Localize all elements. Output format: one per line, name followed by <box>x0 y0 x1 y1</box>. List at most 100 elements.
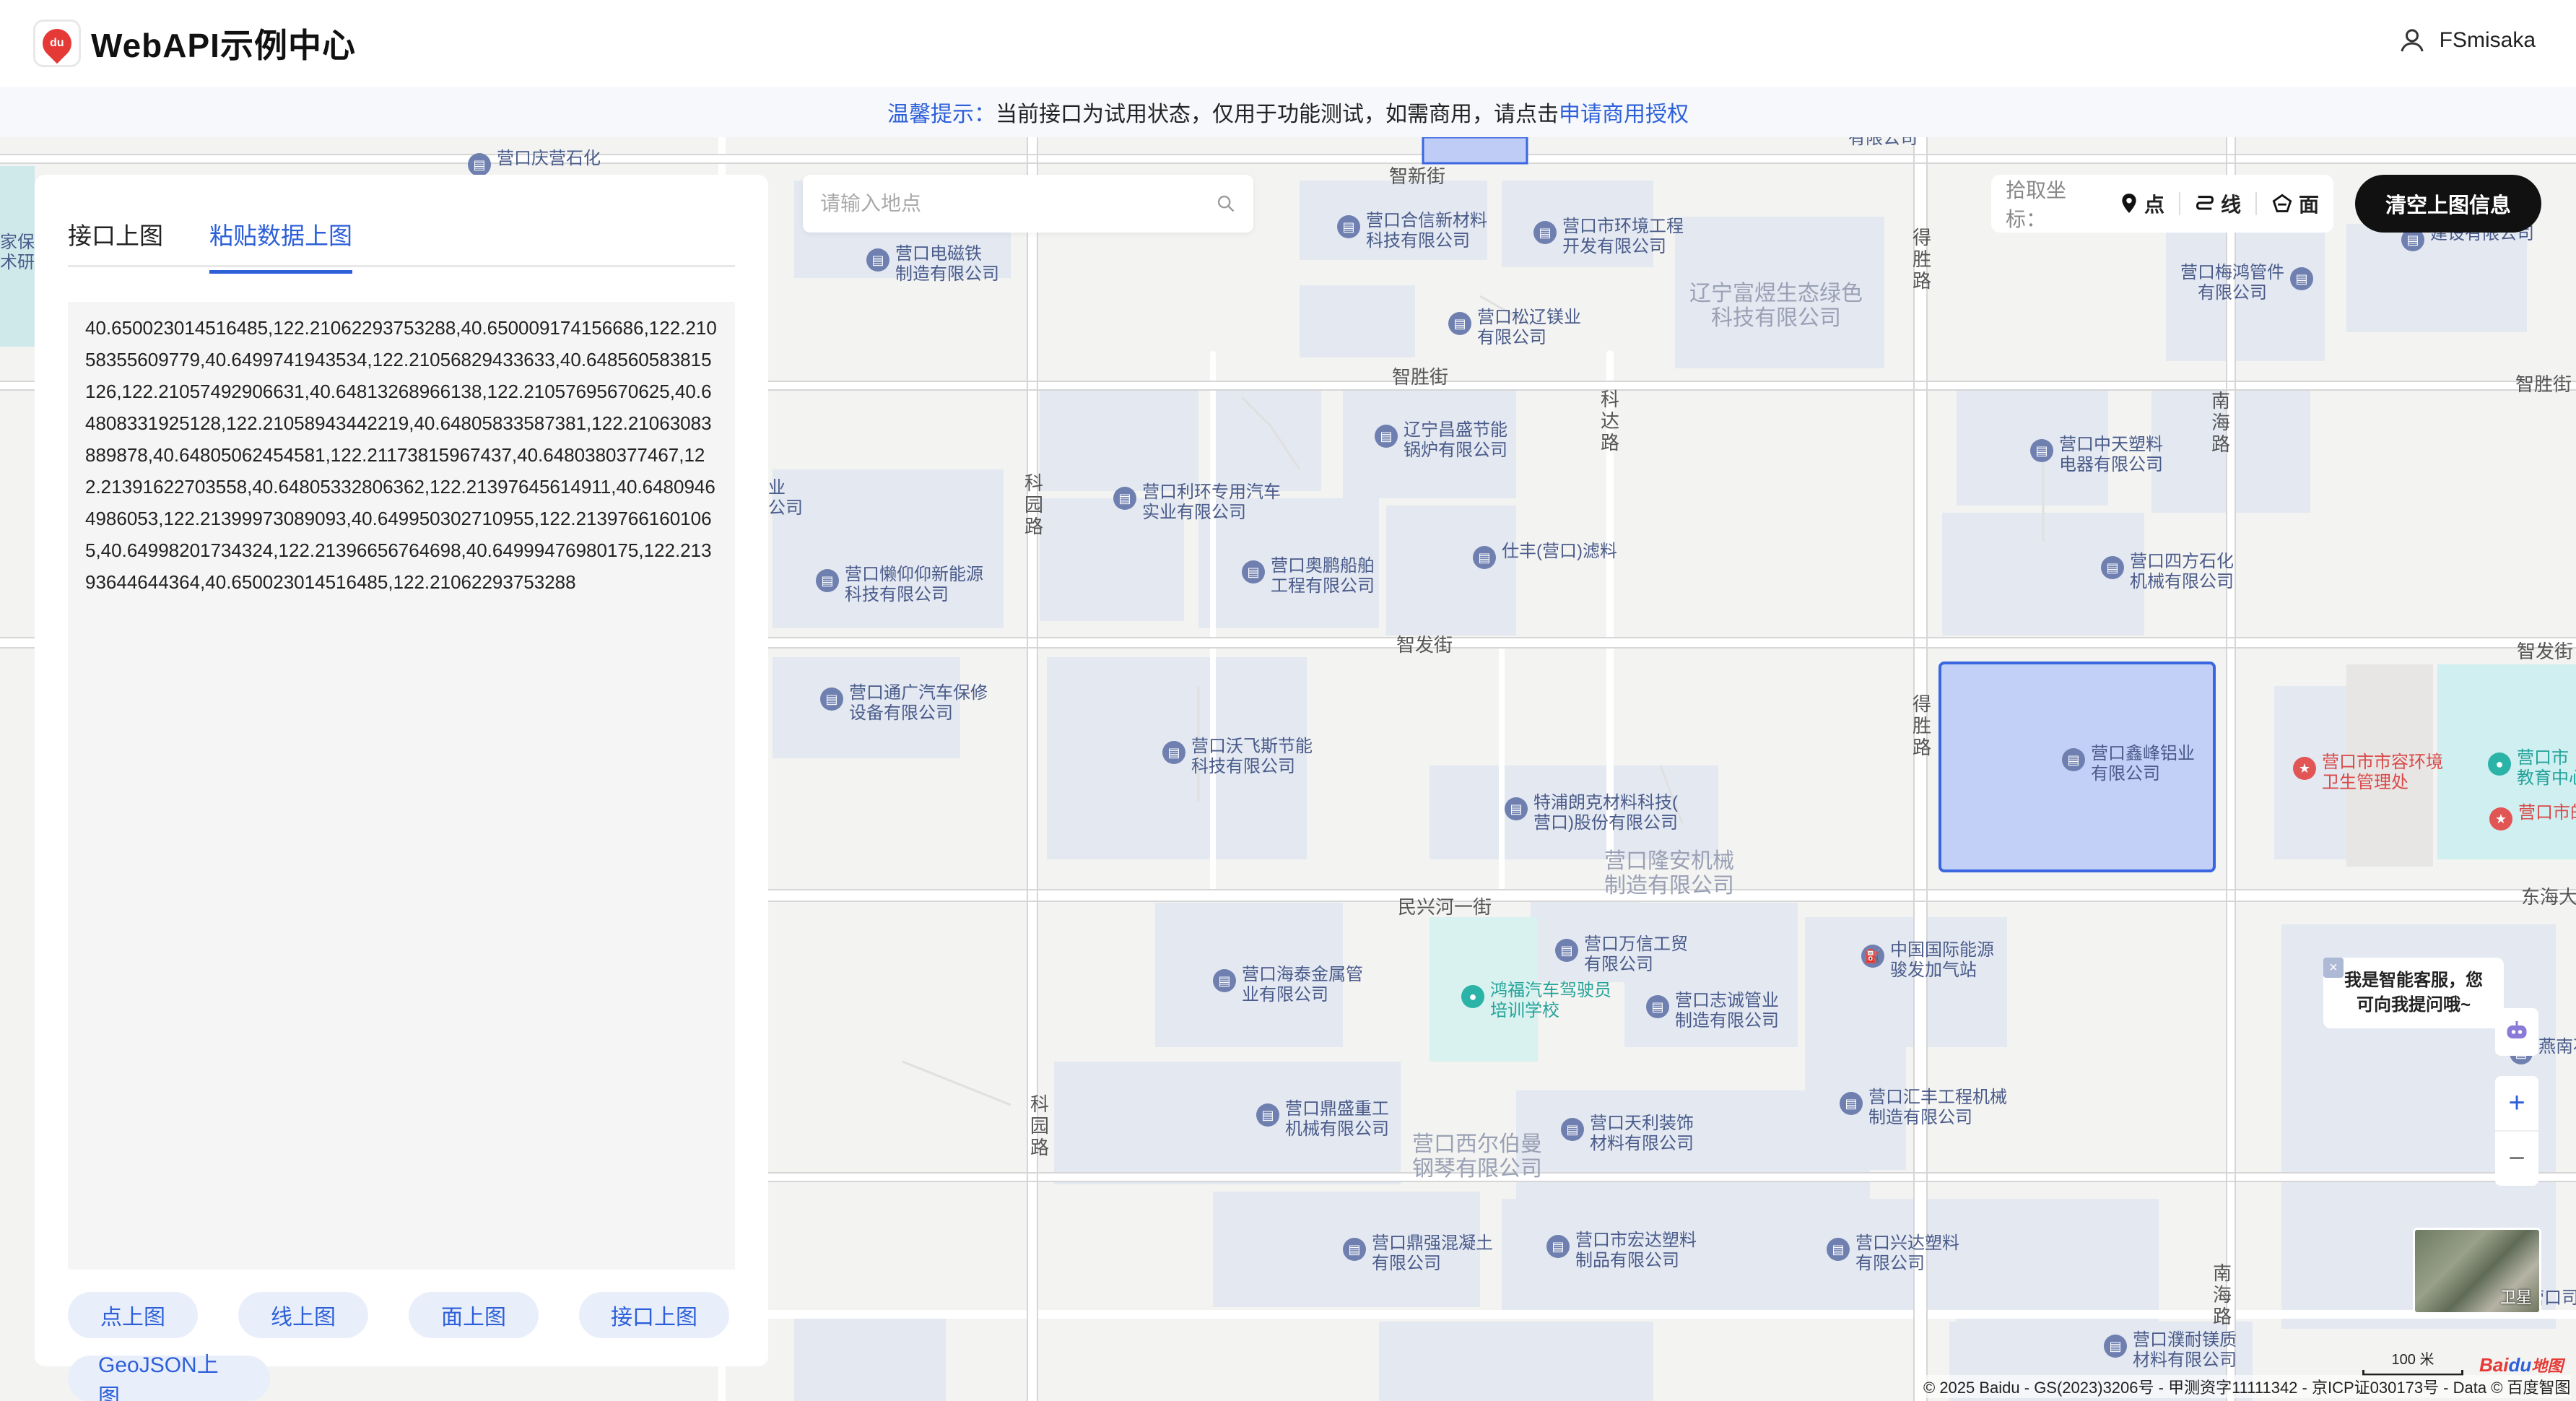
map-poi[interactable]: ▤ 营口松辽镁业 有限公司 <box>1448 308 1581 348</box>
apply-license-link[interactable]: 申请商用授权 <box>1559 96 1689 128</box>
building-icon: ▤ <box>1113 487 1136 510</box>
road-label: 民兴河一街 <box>1398 896 1492 918</box>
api-upload-button[interactable]: 接口上图 <box>579 1292 729 1338</box>
building-icon: ▤ <box>1827 1238 1850 1261</box>
building-icon: ▤ <box>1375 425 1398 448</box>
map-poi[interactable]: ★营口市的 <box>2489 803 2576 830</box>
line-upload-button[interactable]: 线上图 <box>238 1292 368 1338</box>
search-icon[interactable] <box>1216 194 1236 214</box>
search-input[interactable] <box>820 192 1216 215</box>
clear-upload-button[interactable]: 清空上图信息 <box>2355 175 2541 233</box>
assistant-message: 可向我提问哦~ <box>2356 995 2471 1015</box>
area-label: 营口隆安机械 制造有限公司 <box>1604 849 1734 898</box>
baidu-map-logo: Baidu地图 <box>2479 1354 2564 1376</box>
zoom-out-button[interactable]: − <box>2495 1130 2538 1186</box>
top-header: du WebAPI示例中心 FSmisaka <box>0 0 2576 87</box>
upload-buttons: 点上图 线上图 面上图 接口上图 <box>68 1292 735 1338</box>
assistant-bubble[interactable]: 我是智能客服，您 可向我提问哦~ <box>2323 958 2504 1028</box>
map-poi[interactable]: ▤ 营口利环专用汽车 实业有限公司 <box>1113 482 1281 523</box>
map-poi[interactable]: ▤ 营口懒仰仰新能源 科技有限公司 <box>816 565 983 605</box>
road-label: 科达路 <box>1600 389 1619 454</box>
map-poi[interactable]: ▤ 特浦朗克材料科技(营口)股份有限公司 <box>1505 793 1678 833</box>
building-icon: ▤ <box>2104 1335 2127 1358</box>
map-poi[interactable]: ▤ 营口电磁铁 制造有限公司 <box>866 244 999 285</box>
building-icon: ▤ <box>1646 995 1669 1018</box>
map-poi[interactable]: 业公司 <box>768 478 803 519</box>
building-icon: ▤ <box>1343 1238 1366 1261</box>
map-poi[interactable]: ▤ 营口鼎强混凝土 有限公司 <box>1343 1233 1493 1274</box>
map-poi[interactable]: ★ 营口市市容环境 卫生管理处 <box>2293 752 2443 793</box>
road-label: 智胜街 <box>1392 366 1449 388</box>
polygon-icon <box>2272 194 2292 212</box>
road-label: 得胜路 <box>1912 693 1931 758</box>
pick-coordinate-toolbar: 拾取坐标： 点 线 面 <box>1991 175 2333 233</box>
map-poi[interactable]: ▤ 营口濮耐镁质 材料有限公司 <box>2104 1330 2237 1371</box>
map-poi[interactable]: ▤ 营口合信新材料 科技有限公司 <box>1337 211 1487 251</box>
place-search <box>803 175 1253 233</box>
brand-title[interactable]: WebAPI示例中心 <box>91 19 356 67</box>
building-icon: ▤ <box>1533 221 1557 244</box>
zoom-in-button[interactable]: + <box>2495 1076 2538 1130</box>
map-poi[interactable]: ▤ 营口中天塑料 电器有限公司 <box>2030 435 2163 475</box>
point-upload-button[interactable]: 点上图 <box>68 1292 198 1338</box>
road-label: 科园路 <box>1024 472 1043 537</box>
map-poi[interactable]: ▤ 营口汇丰工程机械 制造有限公司 <box>1840 1088 2007 1128</box>
map-poi[interactable]: ▤ 营口通广汽车保修 设备有限公司 <box>820 683 988 724</box>
building-icon: ▤ <box>1242 560 1265 584</box>
map-poi[interactable]: ▤ 营口鑫峰铝业 有限公司 <box>2062 744 2195 784</box>
map-poi[interactable]: ▤ 营口海泰金属管 业有限公司 <box>1213 965 1363 1005</box>
map-poi[interactable]: ▤ 营口市环境工程 开发有限公司 <box>1533 217 1684 257</box>
map-copyright: © 2025 Baidu - GS(2023)3206号 - 甲测资字11111… <box>1923 1375 2571 1398</box>
assistant-message: 我是智能客服，您 <box>2344 971 2483 990</box>
map-poi[interactable]: ⛽ 中国国际能源 骏发加气站 <box>1861 940 1994 981</box>
close-icon[interactable]: × <box>2323 958 2344 978</box>
map-poi[interactable]: 家保 术研 <box>0 233 35 273</box>
pick-line-button[interactable]: 线 <box>2195 189 2241 218</box>
divider <box>2179 192 2180 215</box>
satellite-toggle[interactable]: 卫星 <box>2413 1228 2541 1314</box>
map-poi[interactable]: ▤ 营口沃飞斯节能 科技有限公司 <box>1162 737 1313 777</box>
map-poi[interactable]: ●营口市教育中心 <box>2488 748 2576 789</box>
polygon-upload-button[interactable]: 面上图 <box>409 1292 539 1338</box>
webapi-logo-icon[interactable]: du <box>33 19 81 67</box>
coordinate-textarea[interactable]: 40.650023014516485,122.21062293753288,40… <box>68 302 735 1270</box>
building-icon: ▤ <box>1555 939 1578 962</box>
map-poi[interactable]: ▤ 营口庆营石化 <box>468 149 601 176</box>
tab-api-upload[interactable]: 接口上图 <box>68 195 163 270</box>
map-poi[interactable]: ▤ 营口市宏达塑料 制品有限公司 <box>1546 1231 1697 1271</box>
landmark-icon: ★ <box>2489 807 2512 830</box>
map-poi[interactable]: ▤ 营口鼎盛重工 机械有限公司 <box>1256 1099 1389 1140</box>
building-icon: ▤ <box>1256 1103 1279 1127</box>
map-poi[interactable]: 有限公司 <box>1848 137 1918 149</box>
area-label: 营口西尔伯曼 钢琴有限公司 <box>1412 1132 1542 1181</box>
ai-assistant-button[interactable] <box>2495 1008 2538 1056</box>
map-poi[interactable]: ▤ 营口天利装饰 材料有限公司 <box>1561 1114 1694 1154</box>
map-poi[interactable]: ▤ 辽宁昌盛节能 锅炉有限公司 <box>1375 420 1507 461</box>
map-poi[interactable]: ▤ 营口奥鹏船舶 工程有限公司 <box>1242 556 1375 597</box>
map-poi[interactable]: ▤ 营口万信工贸 有限公司 <box>1555 934 1688 975</box>
pick-point-button[interactable]: 点 <box>2120 189 2164 218</box>
username: FSmisaka <box>2439 28 2536 52</box>
notice-text: 当前接口为试用状态，仅用于功能测试，如需商用，请点击 <box>996 103 1559 126</box>
notice-bar: 温馨提示： 当前接口为试用状态，仅用于功能测试，如需商用，请点击 申请商用授权 <box>0 87 2576 137</box>
road-label: 科园路 <box>1030 1093 1049 1158</box>
user-menu[interactable]: FSmisaka <box>2398 26 2536 55</box>
building-icon: ▤ <box>1337 215 1360 238</box>
map-poi[interactable]: ▤ 营口兴达塑料 有限公司 <box>1827 1233 1959 1274</box>
map-poi[interactable]: ▤ 营口志诚管业 制造有限公司 <box>1646 991 1779 1031</box>
logo-text: du <box>50 37 64 50</box>
map-poi[interactable]: 营口梅鸿管件 有限公司 ▤ <box>2180 263 2313 303</box>
map-poi[interactable]: ● 鸿福汽车驾驶员 培训学校 <box>1461 981 1611 1021</box>
pick-polygon-button[interactable]: 面 <box>2271 189 2319 218</box>
building-icon: ▤ <box>1561 1118 1584 1141</box>
building-icon: ▤ <box>2030 439 2053 462</box>
building-icon: ▤ <box>1840 1092 1863 1115</box>
tab-paste-upload[interactable]: 粘贴数据上图 <box>209 195 352 274</box>
building-icon: ▤ <box>820 688 843 711</box>
robot-icon <box>2507 1021 2527 1038</box>
zoom-control: + − <box>2495 1076 2538 1186</box>
map-poi[interactable]: ▤ 仕丰(营口)滤料 <box>1473 542 1617 569</box>
geojson-upload-button[interactable]: GeoJSON上图 <box>68 1353 270 1401</box>
building-icon: ▤ <box>468 153 491 176</box>
map-poi[interactable]: ▤ 营口四方石化 机械有限公司 <box>2101 552 2234 592</box>
